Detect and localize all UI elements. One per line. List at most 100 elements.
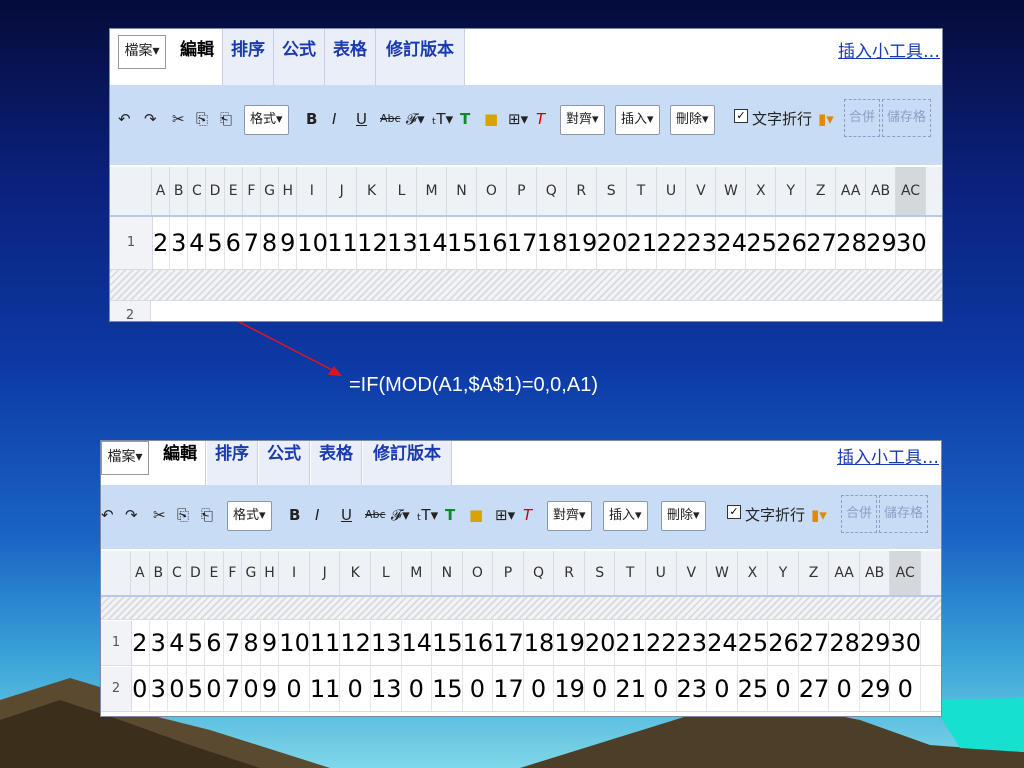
border-icon[interactable]: ⊞▾ <box>495 501 515 529</box>
cell-f1[interactable]: 7 <box>243 217 261 269</box>
cell-v1[interactable]: 23 <box>686 217 717 269</box>
insert-gadget-link[interactable]: 插入小工具… <box>837 443 939 468</box>
cell-z1[interactable]: 27 <box>806 217 837 269</box>
cell-c1[interactable]: 4 <box>188 217 207 269</box>
cell-y2[interactable]: 0 <box>768 667 799 711</box>
column-header-c[interactable]: C <box>188 167 207 215</box>
cell-c2[interactable]: 0 <box>168 667 187 711</box>
column-header-h[interactable]: H <box>279 167 298 215</box>
column-header-aa[interactable]: AA <box>836 167 867 215</box>
column-header-l[interactable]: L <box>387 167 418 215</box>
row-number[interactable]: 2 <box>101 667 132 711</box>
insert-dropdown[interactable]: 插入▾ <box>615 105 660 135</box>
border-icon[interactable]: ⊞▾ <box>508 105 528 133</box>
save-cells-button[interactable]: 儲存格 <box>882 99 932 137</box>
cell-o1[interactable]: 16 <box>477 217 507 269</box>
cell-i2[interactable]: 0 <box>279 667 310 711</box>
align-dropdown[interactable]: 對齊▾ <box>547 501 592 531</box>
column-header-z[interactable]: Z <box>806 167 837 215</box>
cell-r2[interactable]: 19 <box>554 667 585 711</box>
tab-edit[interactable]: 編輯 <box>155 441 206 485</box>
cell-p1[interactable]: 17 <box>507 217 537 269</box>
column-header-d[interactable]: D <box>206 167 225 215</box>
cell-p1[interactable]: 17 <box>493 621 524 665</box>
paste-icon[interactable]: ⎗ <box>201 501 213 529</box>
cell-h1[interactable]: 9 <box>261 621 280 665</box>
italic-button[interactable]: I <box>315 501 319 529</box>
format-dropdown[interactable]: 格式▾ <box>244 105 289 135</box>
column-header-s[interactable]: S <box>585 551 616 595</box>
bold-button[interactable]: B <box>289 501 300 529</box>
font-icon[interactable]: 𝓕▾ <box>406 105 425 133</box>
column-header-ab[interactable]: AB <box>860 551 891 595</box>
cell-s2[interactable]: 0 <box>585 667 616 711</box>
cell-g1[interactable]: 8 <box>242 621 261 665</box>
column-header-j[interactable]: J <box>310 551 341 595</box>
cell-n2[interactable]: 15 <box>432 667 463 711</box>
cell-l1[interactable]: 13 <box>387 217 418 269</box>
underline-button[interactable]: U <box>356 105 367 133</box>
cell-u1[interactable]: 22 <box>646 621 677 665</box>
column-header-e[interactable]: E <box>205 551 224 595</box>
cell-e1[interactable]: 6 <box>205 621 224 665</box>
column-header-ac[interactable]: AC <box>890 551 921 595</box>
cell-b1[interactable]: 3 <box>170 217 189 269</box>
fill-color-icon[interactable]: ■ <box>469 501 483 529</box>
cell-a1[interactable]: 2 <box>152 217 171 269</box>
cell-g2[interactable]: 0 <box>242 667 261 711</box>
font-size-icon[interactable]: ₜT▾ <box>432 105 453 133</box>
column-header-f[interactable]: F <box>224 551 243 595</box>
column-header-f[interactable]: F <box>243 167 261 215</box>
cell-ab1[interactable]: 29 <box>860 621 891 665</box>
save-cells-button[interactable]: 儲存格 <box>879 495 929 533</box>
cell-y1[interactable]: 26 <box>776 217 807 269</box>
column-header-h[interactable]: H <box>261 551 280 595</box>
cell-b1[interactable]: 3 <box>150 621 169 665</box>
align-dropdown[interactable]: 對齊▾ <box>560 105 605 135</box>
cell-w1[interactable]: 24 <box>716 217 747 269</box>
cell-e2[interactable]: 0 <box>205 667 224 711</box>
column-header-a[interactable]: A <box>131 551 150 595</box>
column-header-p[interactable]: P <box>507 167 537 215</box>
column-header-y[interactable]: Y <box>776 167 807 215</box>
underline-button[interactable]: U <box>341 501 352 529</box>
column-header-ac[interactable]: AC <box>896 167 926 215</box>
tab-revision[interactable]: 修訂版本 <box>376 29 465 85</box>
column-header-v[interactable]: V <box>686 167 717 215</box>
cell-n1[interactable]: 15 <box>432 621 463 665</box>
cell-a2[interactable]: 0 <box>131 667 150 711</box>
column-header-c[interactable]: C <box>168 551 187 595</box>
column-header-r[interactable]: R <box>567 167 597 215</box>
column-header-s[interactable]: S <box>597 167 627 215</box>
cell-f2[interactable]: 7 <box>224 667 243 711</box>
strikethrough-button[interactable]: Abc <box>380 105 401 133</box>
cell-k1[interactable]: 12 <box>340 621 371 665</box>
cell-l2[interactable]: 13 <box>371 667 402 711</box>
file-menu[interactable]: 檔案▾ <box>101 441 149 475</box>
column-header-b[interactable]: B <box>150 551 169 595</box>
cell-s1[interactable]: 20 <box>585 621 616 665</box>
column-header-k[interactable]: K <box>357 167 388 215</box>
clear-format-icon[interactable]: T <box>523 501 532 529</box>
redo-icon[interactable]: ↷ <box>144 105 157 133</box>
chart-icon[interactable]: ▮▾ <box>818 105 834 133</box>
cell-p2[interactable]: 17 <box>493 667 524 711</box>
cell-ac1[interactable]: 30 <box>890 621 921 665</box>
cell-ac1[interactable]: 30 <box>896 217 927 269</box>
cell-u1[interactable]: 22 <box>657 217 687 269</box>
column-header-i[interactable]: I <box>297 167 328 215</box>
undo-icon[interactable]: ↶ <box>101 501 114 529</box>
column-header-p[interactable]: P <box>493 551 524 595</box>
fill-color-icon[interactable]: ■ <box>484 105 498 133</box>
column-header-w[interactable]: W <box>716 167 747 215</box>
column-header-x[interactable]: X <box>746 167 777 215</box>
cell-d1[interactable]: 5 <box>187 621 206 665</box>
column-header-d[interactable]: D <box>187 551 206 595</box>
redo-icon[interactable]: ↷ <box>125 501 138 529</box>
cell-v2[interactable]: 23 <box>677 667 708 711</box>
column-header-k[interactable]: K <box>340 551 371 595</box>
paste-icon[interactable]: ⎗ <box>220 105 232 133</box>
cell-q1[interactable]: 18 <box>524 621 555 665</box>
cell-h2[interactable]: 9 <box>261 667 280 711</box>
cell-z2[interactable]: 27 <box>799 667 830 711</box>
